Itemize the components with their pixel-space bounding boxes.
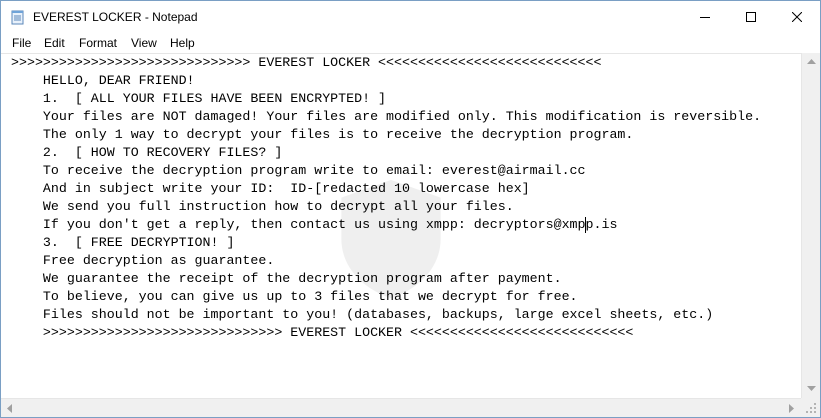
notepad-window: EVEREST LOCKER - Notepad File Edit Forma…: [0, 0, 821, 418]
text-line: >>>>>>>>>>>>>>>>>>>>>>>>>>>>>> EVEREST L…: [11, 325, 634, 340]
text-line: 3. [ FREE DECRYPTION! ]: [11, 235, 235, 250]
notepad-icon: [10, 9, 26, 25]
scroll-up-icon[interactable]: [807, 59, 816, 65]
vertical-scrollbar[interactable]: [801, 53, 820, 398]
menu-file[interactable]: File: [12, 36, 31, 50]
maximize-icon: [746, 11, 756, 22]
text-line: If you don't get a reply, then contact u…: [11, 217, 618, 232]
text-line: We send you full instruction how to decr…: [11, 199, 514, 214]
text-line: Your files are NOT damaged! Your files a…: [11, 109, 762, 124]
menu-edit[interactable]: Edit: [44, 36, 65, 50]
scroll-right-icon[interactable]: [789, 404, 795, 413]
text-line: To receive the decryption program write …: [11, 163, 586, 178]
text-caret: [585, 217, 586, 233]
text-line: Files should not be important to you! (d…: [11, 307, 714, 322]
text-line: 2. [ HOW TO RECOVERY FILES? ]: [11, 145, 283, 160]
text-line: We guarantee the receipt of the decrypti…: [11, 271, 562, 286]
menu-help[interactable]: Help: [170, 36, 195, 50]
text-line: HELLO, DEAR FRIEND!: [11, 73, 195, 88]
minimize-button[interactable]: [682, 1, 728, 32]
text-line: And in subject write your ID: ID-[redact…: [11, 181, 530, 196]
text-line: 1. [ ALL YOUR FILES HAVE BEEN ENCRYPTED!…: [11, 91, 387, 106]
maximize-button[interactable]: [728, 1, 774, 32]
menu-format[interactable]: Format: [79, 36, 117, 50]
resize-grip[interactable]: [801, 398, 820, 417]
title-bar[interactable]: EVEREST LOCKER - Notepad: [1, 1, 820, 32]
close-button[interactable]: [774, 1, 820, 32]
menu-bar: File Edit Format View Help: [1, 32, 820, 53]
text-line: >>>>>>>>>>>>>>>>>>>>>>>>>>>>>> EVEREST L…: [11, 55, 602, 70]
text-line: The only 1 way to decrypt your files is …: [11, 127, 634, 142]
horizontal-scrollbar[interactable]: [1, 398, 801, 417]
minimize-icon: [700, 16, 710, 18]
resize-grip-icon: [806, 403, 816, 413]
text-editor[interactable]: >>>>>>>>>>>>>>>>>>>>>>>>>>>>>> EVEREST L…: [1, 53, 801, 399]
text-line: Free decryption as guarantee.: [11, 253, 275, 268]
text-line: To believe, you can give us up to 3 file…: [11, 289, 578, 304]
window-title: EVEREST LOCKER - Notepad: [33, 10, 198, 24]
menu-view[interactable]: View: [131, 36, 157, 50]
scroll-down-icon[interactable]: [807, 386, 816, 392]
scroll-left-icon[interactable]: [7, 404, 13, 413]
close-icon: [792, 11, 802, 22]
